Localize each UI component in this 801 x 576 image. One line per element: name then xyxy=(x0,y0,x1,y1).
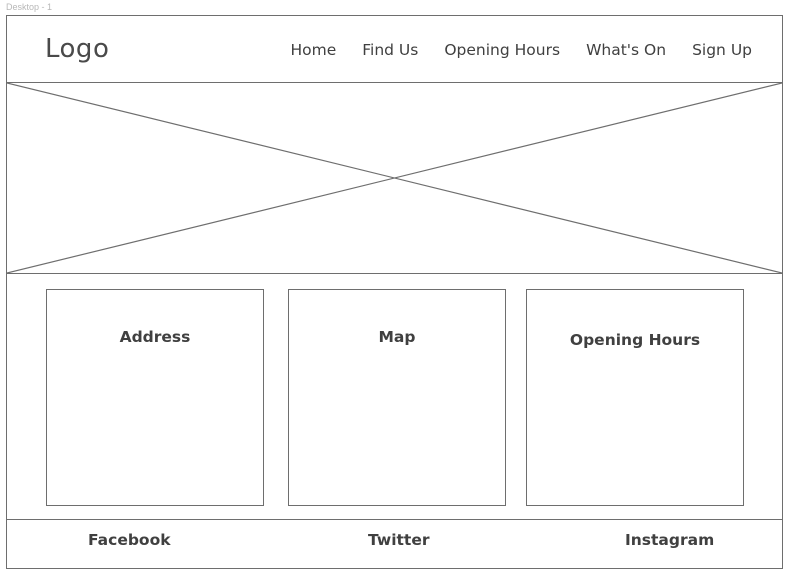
card-title-map: Map xyxy=(378,328,416,346)
site-footer: Facebook Twitter Instagram xyxy=(7,519,782,568)
info-cards: Address Map Opening Hours xyxy=(7,274,782,520)
card-address: Address xyxy=(46,289,264,506)
artboard-label: Desktop - 1 xyxy=(6,2,53,12)
nav-item-home[interactable]: Home xyxy=(290,41,336,59)
nav-item-sign-up[interactable]: Sign Up xyxy=(692,41,752,59)
main-nav: Home Find Us Opening Hours What's On Sig… xyxy=(290,41,752,59)
hero-image-placeholder xyxy=(7,83,782,274)
card-map: Map xyxy=(288,289,506,506)
logo[interactable]: Logo xyxy=(45,34,109,64)
nav-item-opening-hours[interactable]: Opening Hours xyxy=(444,41,560,59)
footer-link-twitter[interactable]: Twitter xyxy=(368,531,429,549)
wireframe-page: Logo Home Find Us Opening Hours What's O… xyxy=(6,15,783,569)
card-opening-hours: Opening Hours xyxy=(526,289,744,506)
nav-item-find-us[interactable]: Find Us xyxy=(362,41,418,59)
image-placeholder-icon xyxy=(7,83,782,273)
nav-item-whats-on[interactable]: What's On xyxy=(586,41,666,59)
footer-link-instagram[interactable]: Instagram xyxy=(625,531,714,549)
footer-link-facebook[interactable]: Facebook xyxy=(88,531,171,549)
card-title-address: Address xyxy=(119,328,191,346)
card-title-opening-hours: Opening Hours xyxy=(569,331,701,349)
site-header: Logo Home Find Us Opening Hours What's O… xyxy=(7,16,782,83)
